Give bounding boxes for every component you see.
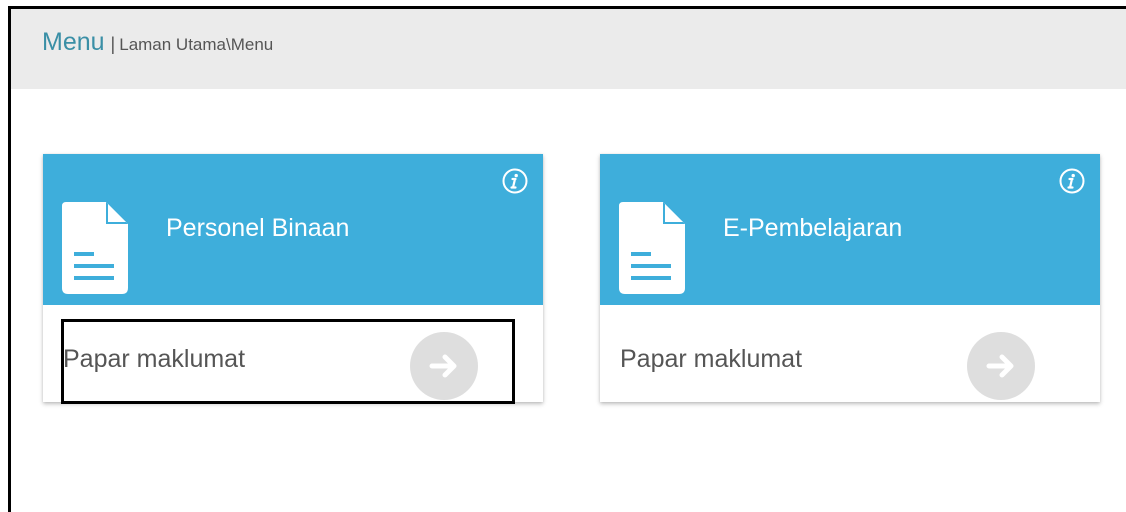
card-title: Personel Binaan [166,214,350,242]
document-icon [619,202,685,294]
arrow-right-circle-icon[interactable] [410,332,478,400]
page-frame: Menu | Laman Utama\Menu Personel Binaan Pa… [8,6,1126,512]
card-title: E-Pembelajaran [723,214,903,242]
breadcrumb-path[interactable]: Laman Utama\Menu [119,35,273,54]
page-title: Menu [42,28,105,56]
arrow-right-circle-icon[interactable] [967,332,1035,400]
document-icon [62,202,128,294]
view-details-link[interactable]: Papar maklumat [43,305,543,402]
page-header: Menu | Laman Utama\Menu [11,9,1126,89]
menu-card-e-pembelajaran: E-Pembelajaran Papar maklumat [600,154,1100,402]
card-header: E-Pembelajaran [600,154,1100,305]
menu-card-personel-binaan: Personel Binaan Papar maklumat [43,154,543,402]
breadcrumb-separator: | [110,34,116,54]
card-header: Personel Binaan [43,154,543,305]
view-details-link[interactable]: Papar maklumat [600,305,1100,402]
info-icon[interactable] [501,167,529,195]
view-details-label: Papar maklumat [63,345,246,373]
breadcrumb: Menu | Laman Utama\Menu [42,26,273,61]
view-details-label: Papar maklumat [620,345,803,373]
info-icon[interactable] [1058,167,1086,195]
